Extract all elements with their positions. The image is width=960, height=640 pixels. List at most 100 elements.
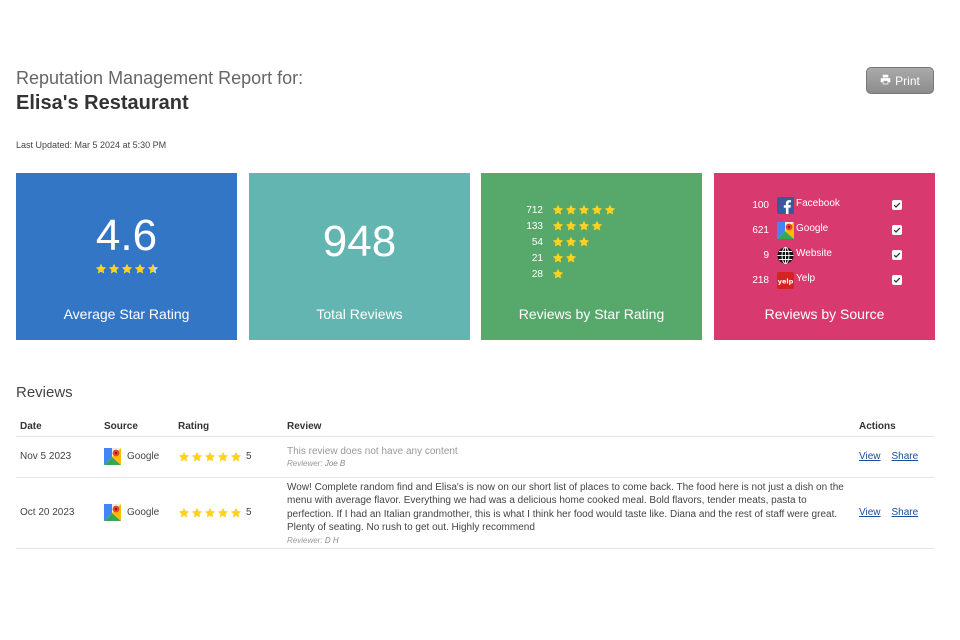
- review-rating: 5: [246, 451, 252, 462]
- reviews-by-star-label: Reviews by Star Rating: [518, 306, 665, 322]
- google-maps-icon: [104, 504, 121, 521]
- reviews-heading: Reviews: [16, 384, 73, 401]
- rating-stars: [552, 204, 616, 216]
- average-rating-label: Average Star Rating: [63, 306, 190, 322]
- printer-icon: [880, 74, 891, 88]
- google-maps-icon: [777, 222, 794, 239]
- rating-stars: [552, 252, 577, 264]
- facebook-icon: [777, 197, 794, 214]
- rating-stars: [552, 268, 564, 280]
- column-header-actions: Actions: [855, 417, 934, 437]
- star-icon: [552, 268, 564, 280]
- total-reviews-label: Total Reviews: [316, 306, 403, 322]
- star-icon: [204, 507, 216, 519]
- rating-count: 712: [526, 204, 543, 216]
- star-icon: [178, 507, 190, 519]
- source-checkbox[interactable]: [892, 275, 902, 285]
- view-link[interactable]: View: [859, 451, 881, 462]
- review-source: Google: [127, 451, 160, 462]
- rating-breakdown: 712 133 54 21 28: [521, 202, 616, 282]
- star-icon: [191, 451, 203, 463]
- star-icon: [217, 507, 229, 519]
- star-icon: [591, 204, 603, 216]
- source-row-google: 621 Google: [714, 219, 935, 244]
- star-icon: [178, 451, 190, 463]
- source-checkbox[interactable]: [892, 225, 902, 235]
- last-updated: Last Updated: Mar 5 2024 at 5:30 PM: [16, 140, 167, 150]
- column-header-review: Review: [283, 417, 855, 437]
- review-text: Wow! Complete random find and Elisa's is…: [287, 481, 844, 534]
- star-icon: [134, 263, 146, 275]
- reviews-table-header: Date Source Rating Review Actions: [16, 417, 934, 437]
- star-icon: [578, 204, 590, 216]
- star-icon: [95, 263, 107, 275]
- review-date: Nov 5 2023: [16, 436, 100, 478]
- review-date: Oct 20 2023: [16, 477, 100, 549]
- reviews-table: Date Source Rating Review Actions Nov 5 …: [16, 417, 934, 549]
- reviewer: Reviewer: Joe B: [287, 459, 851, 468]
- star-icon: [604, 204, 616, 216]
- source-count: 9: [763, 250, 769, 261]
- rating-row: 133: [521, 218, 616, 234]
- report-subtitle: Reputation Management Report for:: [16, 68, 304, 88]
- source-row-yelp: 218 yelp Yelp: [714, 269, 935, 294]
- source-checkbox[interactable]: [892, 200, 902, 210]
- source-name: Website: [796, 248, 832, 259]
- rating-count: 133: [526, 220, 543, 232]
- star-icon: [108, 263, 120, 275]
- total-reviews-value: 948: [322, 217, 397, 266]
- globe-icon: [777, 247, 794, 264]
- reviews-by-source-label: Reviews by Source: [764, 306, 885, 322]
- source-checkbox[interactable]: [892, 250, 902, 260]
- rating-stars: [552, 220, 603, 232]
- star-icon: [552, 220, 564, 232]
- star-icon: [217, 451, 229, 463]
- star-icon: [578, 220, 590, 232]
- total-reviews-tile: 948 Total Reviews: [249, 173, 470, 340]
- view-link[interactable]: View: [859, 507, 881, 518]
- reviewer: Reviewer: D H: [287, 536, 851, 545]
- average-rating-tile: 4.6 Average Star Rating: [16, 173, 237, 340]
- star-icon: [230, 451, 242, 463]
- source-row-website: 9 Website: [714, 244, 935, 269]
- star-icon: [230, 507, 242, 519]
- star-icon: [552, 252, 564, 264]
- review-cell: Wow! Complete random find and Elisa's is…: [283, 477, 855, 549]
- star-icon: [552, 236, 564, 248]
- rating-row: 21: [521, 250, 616, 266]
- review-source-cell: Google: [100, 436, 174, 478]
- reviews-by-source-tile: 100 Facebook 621 Google 9 Website 218 yelp Yelp …: [714, 173, 935, 340]
- yelp-icon: yelp: [777, 272, 794, 289]
- review-source: Google: [127, 507, 160, 518]
- source-count: 218: [752, 275, 769, 286]
- source-count: 100: [752, 200, 769, 211]
- print-button-label: Print: [895, 73, 920, 88]
- column-header-date: Date: [16, 417, 100, 437]
- average-rating-stars: [16, 263, 237, 275]
- rating-count: 21: [531, 252, 543, 264]
- print-button[interactable]: Print: [866, 67, 934, 94]
- review-rating: 5: [246, 507, 252, 518]
- source-breakdown: 100 Facebook 621 Google 9 Website 218 yelp Yelp: [714, 194, 935, 294]
- rating-count: 28: [531, 268, 543, 280]
- review-cell: This review does not have any content Rev…: [283, 436, 855, 478]
- star-icon: [591, 220, 603, 232]
- star-icon: [565, 204, 577, 216]
- share-link[interactable]: Share: [892, 507, 919, 518]
- reviewer-label: Reviewer:: [287, 535, 323, 545]
- rating-stars: [552, 236, 590, 248]
- review-source-cell: Google: [100, 477, 174, 549]
- source-name: Yelp: [796, 273, 816, 284]
- source-row-facebook: 100 Facebook: [714, 194, 935, 219]
- star-icon: [147, 263, 159, 275]
- page-title: Elisa's Restaurant: [16, 92, 189, 114]
- review-actions: View Share: [855, 477, 934, 549]
- rating-row: 28: [521, 266, 616, 282]
- share-link[interactable]: Share: [892, 451, 919, 462]
- svg-text:yelp: yelp: [778, 278, 794, 286]
- review-actions: View Share: [855, 436, 934, 478]
- star-icon: [191, 507, 203, 519]
- google-maps-icon: [104, 448, 121, 465]
- column-header-source: Source: [100, 417, 174, 437]
- star-icon: [565, 220, 577, 232]
